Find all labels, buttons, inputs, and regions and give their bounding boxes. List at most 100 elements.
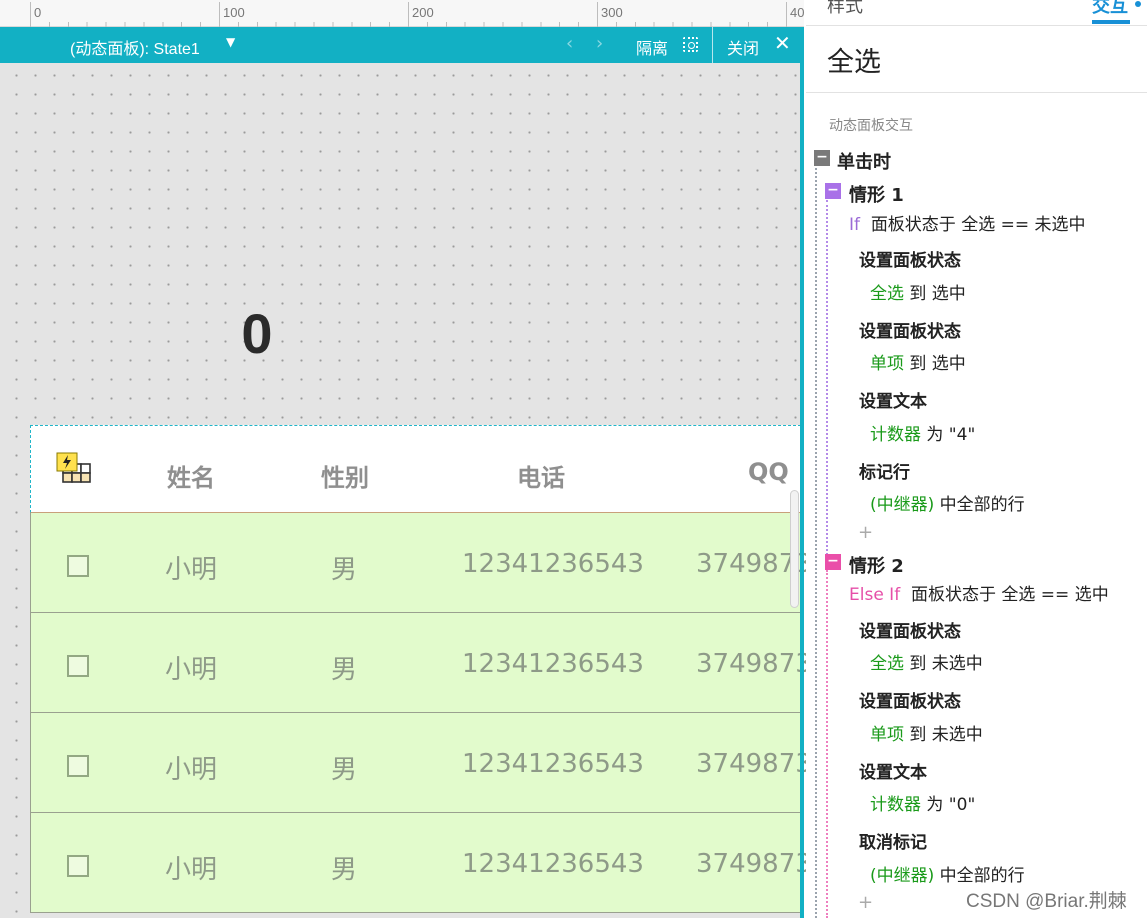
target-detail: 到 选中 [904,284,966,304]
tab-indicator-dot [1135,1,1141,7]
action-mark-rows[interactable]: 标记行 [859,458,910,483]
watermark: CSDN @Briar.荆棘 [966,891,1127,912]
vertical-scrollbar[interactable] [790,490,799,608]
tree-line [826,570,828,918]
target-detail: 到 选中 [904,354,966,374]
target-widget: 单项 [870,354,904,374]
close-icon[interactable]: ✕ [774,31,791,55]
row-checkbox[interactable] [67,555,89,577]
table-row[interactable]: 小明 男 12341236543 37498735 [30,513,828,613]
dynamic-panel-edit-bar: (动态面板): State1 ▼ ‹ › 隔离 关闭 ✕ [0,27,804,63]
collapse-icon[interactable]: − [814,150,830,166]
counter-text[interactable]: 0 [232,301,282,366]
action-target: 全选 到 未选中 [870,649,983,674]
cell-gender: 男 [331,855,358,885]
ruler-major-tick [786,2,787,27]
horizontal-ruler: 0 100 200 300 40 [0,0,804,27]
action-target: 全选 到 选中 [870,279,966,304]
target-detail: 到 未选中 [904,654,983,674]
tab-interactions[interactable]: 交互 [1092,0,1128,18]
cell-gender: 男 [331,755,358,785]
target-widget: 计数器 [870,795,921,815]
table-row[interactable]: 小明 男 12341236543 37498735 [30,813,828,913]
ruler-label: 0 [34,5,42,20]
collapse-icon[interactable]: − [825,183,841,199]
panel-edge [800,27,804,918]
collapse-icon[interactable]: − [825,554,841,570]
widget-name-field[interactable]: 全选 [827,40,881,79]
action-target: (中继器) 中全部的行 [870,490,1025,515]
target-widget: (中继器) [870,866,935,886]
section-label: 动态面板交互 [829,118,913,134]
row-checkbox[interactable] [67,855,89,877]
table-row[interactable]: 小明 男 12341236543 37498735 [30,713,828,813]
tree-line [815,168,817,918]
tree-line [826,200,828,555]
repeater-table: 姓名 性别 电话 QQ 小明 男 12341236543 37498735 小明… [30,425,828,915]
action-set-panel-state[interactable]: 设置面板状态 [859,317,961,342]
action-set-panel-state[interactable]: 设置面板状态 [859,687,961,712]
ruler-major-tick [408,2,409,27]
cell-name: 小明 [165,655,218,685]
cell-gender: 男 [331,655,358,685]
case-2-condition[interactable]: Else If 面板状态于 全选 == 选中 [849,580,1109,605]
chevron-left-icon[interactable]: ‹ [566,33,573,54]
divider [712,27,713,63]
action-set-text[interactable]: 设置文本 [859,387,927,412]
target-widget: (中继器) [870,495,935,515]
action-unmark-rows[interactable]: 取消标记 [859,828,927,853]
case-1-title[interactable]: 情形 1 [849,181,904,207]
case-1-condition[interactable]: If 面板状态于 全选 == 未选中 [849,210,1086,235]
cell-phone: 12341236543 [462,649,644,679]
column-header-name: 姓名 [167,464,215,492]
event-click[interactable]: 单击时 [837,148,891,174]
repeater-grid-icon[interactable] [55,452,95,492]
close-button[interactable]: 关闭 [727,35,759,59]
target-detail: 为 "4" [921,425,976,445]
action-target: 计数器 为 "4" [870,420,975,445]
action-target: 计数器 为 "0" [870,790,975,815]
ruler-major-tick [30,2,31,27]
isolate-icon[interactable] [683,37,698,52]
condition-text: 面板状态于 全选 == 未选中 [870,215,1086,235]
target-detail: 为 "0" [921,795,976,815]
action-set-panel-state[interactable]: 设置面板状态 [859,617,961,642]
add-action-button[interactable]: + [858,892,873,913]
chevron-right-icon[interactable]: › [596,33,603,54]
column-header-phone: 电话 [517,464,565,492]
target-widget: 单项 [870,725,904,745]
if-keyword: If [849,215,860,235]
cell-phone: 12341236543 [462,549,644,579]
action-set-panel-state[interactable]: 设置面板状态 [859,246,961,271]
divider [806,92,1147,93]
cell-gender: 男 [331,555,358,585]
action-target: 单项 到 选中 [870,349,966,374]
table-row[interactable]: 小明 男 12341236543 37498735 [30,613,828,713]
design-canvas[interactable]: 0 姓名 性别 电话 QQ 小明 男 12341236543 37498735 … [0,63,828,918]
else-if-keyword: Else If [849,585,901,605]
tab-style[interactable]: 样式 [827,0,863,18]
divider [806,25,1147,26]
target-detail: 到 未选中 [904,725,983,745]
cell-phone: 12341236543 [462,849,644,879]
cell-name: 小明 [165,755,218,785]
panel-state-selector[interactable]: (动态面板): State1 [70,35,200,59]
caret-down-icon[interactable]: ▼ [226,35,235,49]
ruler-label: 100 [223,5,245,20]
action-set-text[interactable]: 设置文本 [859,758,927,783]
row-checkbox[interactable] [67,755,89,777]
canvas-area: 0 100 200 300 40 (动态面板): State1 ▼ ‹ › 隔离… [0,0,828,918]
isolate-button[interactable]: 隔离 [636,35,668,59]
target-detail: 中全部的行 [934,495,1025,515]
condition-text: 面板状态于 全选 == 选中 [911,585,1109,605]
cell-name: 小明 [165,555,218,585]
target-widget: 全选 [870,654,904,674]
row-checkbox[interactable] [67,655,89,677]
column-header-qq: QQ [748,458,789,486]
add-action-button[interactable]: + [858,522,873,543]
action-target: 单项 到 未选中 [870,720,983,745]
action-target: (中继器) 中全部的行 [870,861,1025,886]
target-detail: 中全部的行 [934,866,1025,886]
case-2-title[interactable]: 情形 2 [849,552,904,578]
ruler-label: 40 [790,5,805,20]
